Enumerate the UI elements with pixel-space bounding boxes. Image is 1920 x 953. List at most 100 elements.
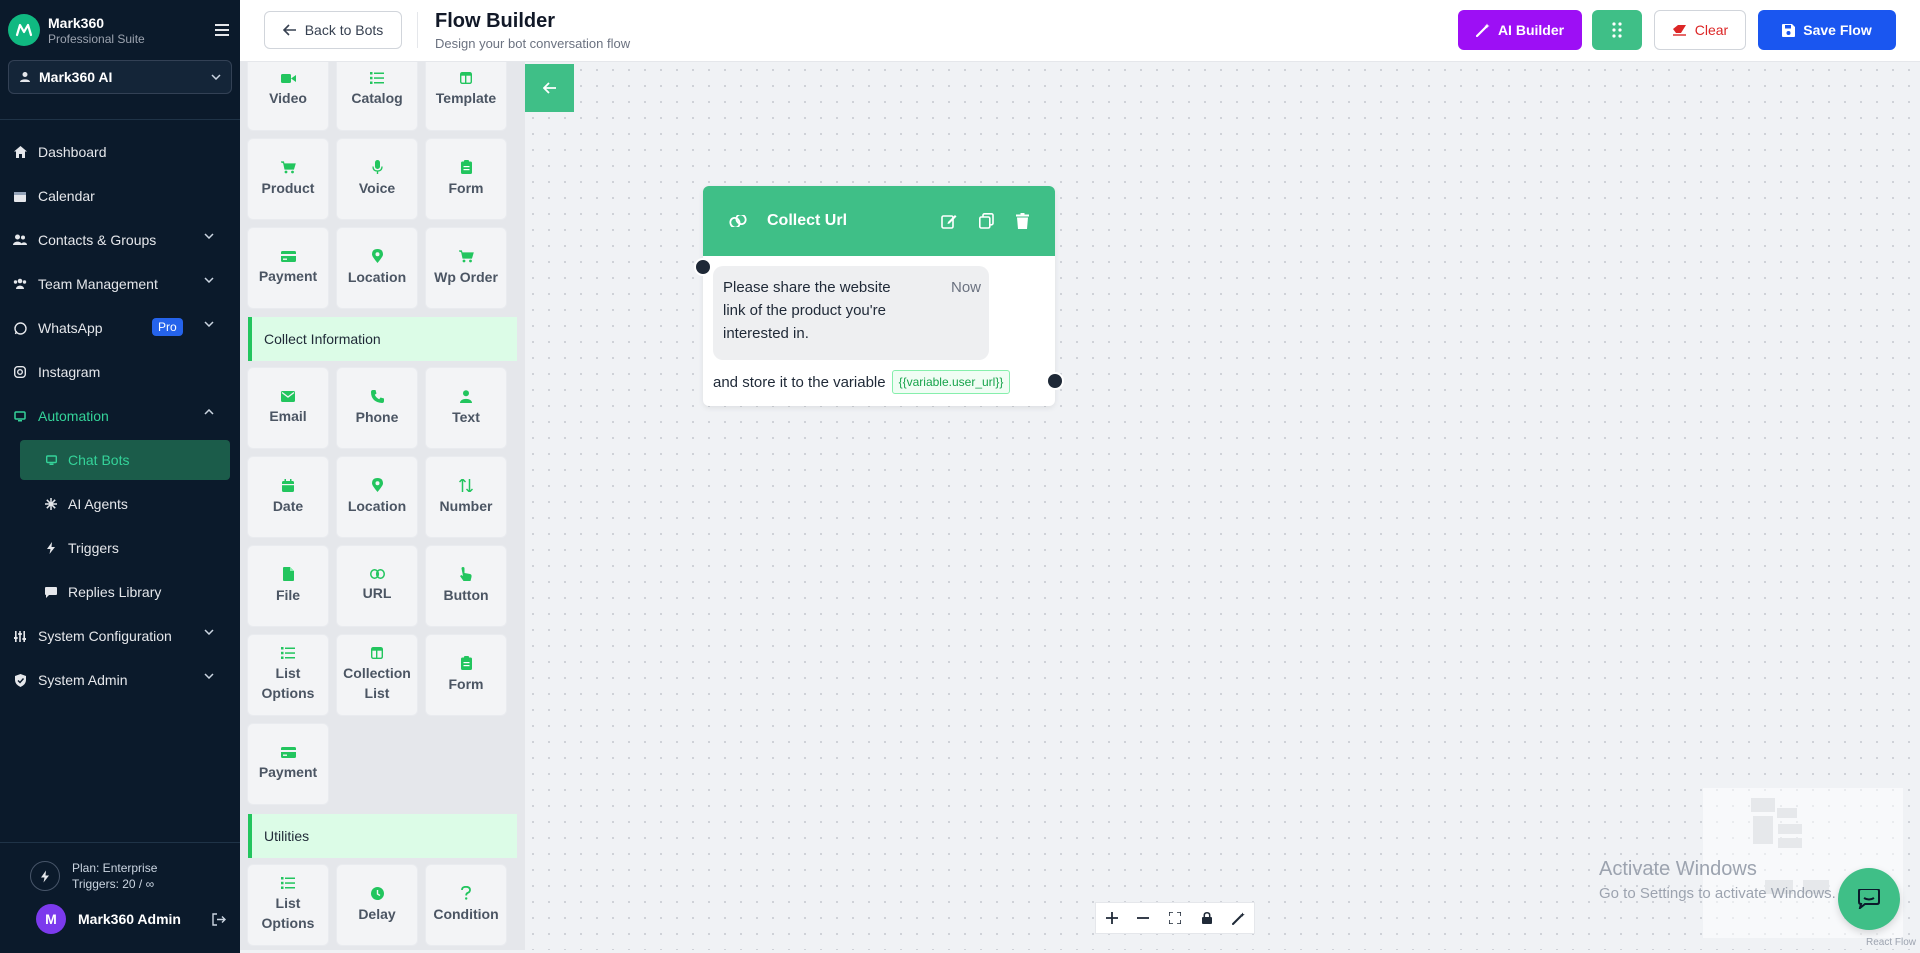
lock-icon[interactable]: [1191, 902, 1223, 934]
section-collect-information[interactable]: Collect Information: [248, 317, 517, 361]
palette-payment[interactable]: Payment: [248, 228, 328, 308]
palette-template[interactable]: Template: [426, 62, 506, 130]
ai-builder-button[interactable]: AI Builder: [1458, 10, 1582, 50]
flow-node-collect-url[interactable]: Collect Url Please share the website lin…: [694, 186, 1064, 406]
shield-icon: [12, 672, 28, 688]
whatsapp-icon: [12, 320, 28, 336]
question-icon: [461, 886, 471, 900]
back-to-bots-button[interactable]: Back to Bots: [264, 11, 402, 49]
credit-card-icon: [280, 250, 296, 262]
palette-label: List Options: [261, 895, 315, 931]
palette-list-options[interactable]: List Options: [248, 635, 328, 715]
palette-button[interactable]: Button: [426, 546, 506, 626]
clear-button[interactable]: Clear: [1654, 10, 1746, 50]
brand[interactable]: Mark360 Professional Suite: [8, 10, 232, 50]
logout-icon[interactable]: [212, 912, 226, 926]
sidebar: Mark360 Professional Suite Mark360 AI Da…: [0, 0, 240, 953]
chevron-down-icon: [204, 277, 214, 283]
flow-canvas[interactable]: Collect Url Please share the website lin…: [525, 62, 1920, 950]
palette-text[interactable]: Text: [426, 368, 506, 448]
sidebar-item-label: System Configuration: [38, 628, 172, 644]
palette-condition[interactable]: Condition: [426, 865, 506, 945]
duplicate-icon[interactable]: [979, 213, 994, 229]
plan-name: Plan: Enterprise: [72, 861, 158, 875]
palette-payment-collect[interactable]: Payment: [248, 724, 328, 804]
palette-voice[interactable]: Voice: [337, 139, 417, 219]
page-subtitle: Design your bot conversation flow: [435, 36, 631, 51]
palette-list-options-utility[interactable]: List Options: [248, 865, 328, 945]
palette-video[interactable]: Video: [248, 62, 328, 130]
message-icon: [44, 585, 58, 599]
sidebar-item-team[interactable]: Team Management: [0, 262, 240, 306]
sidebar-item-label: Calendar: [38, 188, 95, 204]
input-handle[interactable]: [694, 258, 712, 276]
node-palette: Video Catalog Template Product Voice For…: [240, 62, 525, 950]
chat-support-button[interactable]: [1838, 868, 1900, 930]
clipboard-icon: [460, 656, 472, 670]
fit-view-icon[interactable]: [1159, 902, 1191, 934]
save-icon: [1782, 23, 1796, 37]
sidebar-item-whatsapp[interactable]: WhatsApp Pro: [0, 306, 240, 350]
users-icon: [12, 232, 28, 248]
person-icon: [460, 389, 472, 403]
sidebar-item-chat-bots[interactable]: Chat Bots: [20, 440, 230, 480]
sidebar-item-calendar[interactable]: Calendar: [0, 174, 240, 218]
sidebar-item-automation[interactable]: Automation: [0, 394, 240, 438]
sidebar-item-replies-library[interactable]: Replies Library: [0, 570, 240, 614]
trash-icon[interactable]: [1016, 213, 1029, 229]
team-icon: [12, 276, 28, 292]
node-header[interactable]: Collect Url: [703, 186, 1055, 256]
output-handle[interactable]: [1046, 372, 1064, 390]
palette-collection-list[interactable]: Collection List: [337, 635, 417, 715]
file-icon: [282, 567, 294, 581]
save-flow-button[interactable]: Save Flow: [1758, 10, 1896, 50]
user-name: Mark360 Admin: [78, 911, 181, 927]
palette-form-collect[interactable]: Form: [426, 635, 506, 715]
palette-location-collect[interactable]: Location: [337, 457, 417, 537]
header-divider: [417, 12, 418, 48]
sidebar-item-label: Replies Library: [68, 584, 162, 600]
message-bubble: Please share the website link of the pro…: [713, 266, 989, 360]
pointer-icon: [460, 567, 472, 581]
minimap-node: [1778, 838, 1802, 848]
edit-icon[interactable]: [941, 213, 957, 229]
palette-label: Form: [448, 676, 484, 692]
brand-name: Mark360: [48, 14, 105, 31]
palette-location[interactable]: Location: [337, 228, 417, 308]
chevron-down-icon: [204, 629, 214, 635]
magic-wand-icon[interactable]: [1222, 902, 1254, 934]
palette-label: Phone: [355, 408, 399, 425]
palette-date[interactable]: Date: [248, 457, 328, 537]
palette-wp-order[interactable]: Wp Order: [426, 228, 506, 308]
sidebar-item-system-admin[interactable]: System Admin: [0, 658, 240, 702]
sidebar-item-ai-agents[interactable]: AI Agents: [0, 482, 240, 526]
palette-url[interactable]: URL: [337, 546, 417, 626]
palette-product[interactable]: Product: [248, 139, 328, 219]
sidebar-item-triggers[interactable]: Triggers: [0, 526, 240, 570]
zoom-in-icon[interactable]: [1096, 902, 1128, 934]
collapse-palette-button[interactable]: [525, 64, 574, 112]
grid-button[interactable]: [1592, 10, 1642, 50]
palette-file[interactable]: File: [248, 546, 328, 626]
zoom-out-icon[interactable]: [1128, 902, 1160, 934]
section-utilities[interactable]: Utilities: [248, 814, 517, 858]
react-flow-attribution[interactable]: React Flow: [1866, 937, 1916, 948]
chevron-down-icon: [204, 673, 214, 679]
workspace-select[interactable]: Mark360 AI: [8, 60, 232, 94]
palette-email[interactable]: Email: [248, 368, 328, 448]
sidebar-item-system-configuration[interactable]: System Configuration: [0, 614, 240, 658]
palette-delay[interactable]: Delay: [337, 865, 417, 945]
palette-phone[interactable]: Phone: [337, 368, 417, 448]
sidebar-item-contacts[interactable]: Contacts & Groups: [0, 218, 240, 262]
eraser-icon: [1672, 25, 1686, 36]
palette-form[interactable]: Form: [426, 139, 506, 219]
robot-icon: [12, 408, 28, 424]
sidebar-item-dashboard[interactable]: Dashboard: [0, 130, 240, 174]
menu-toggle-icon[interactable]: [212, 20, 232, 40]
sidebar-item-instagram[interactable]: Instagram: [0, 350, 240, 394]
user-profile[interactable]: M Mark360 Admin: [36, 904, 226, 934]
palette-catalog[interactable]: Catalog: [337, 62, 417, 130]
sidebar-item-label: Dashboard: [38, 144, 107, 160]
palette-number[interactable]: Number: [426, 457, 506, 537]
sidebar-item-label: System Admin: [38, 672, 128, 688]
